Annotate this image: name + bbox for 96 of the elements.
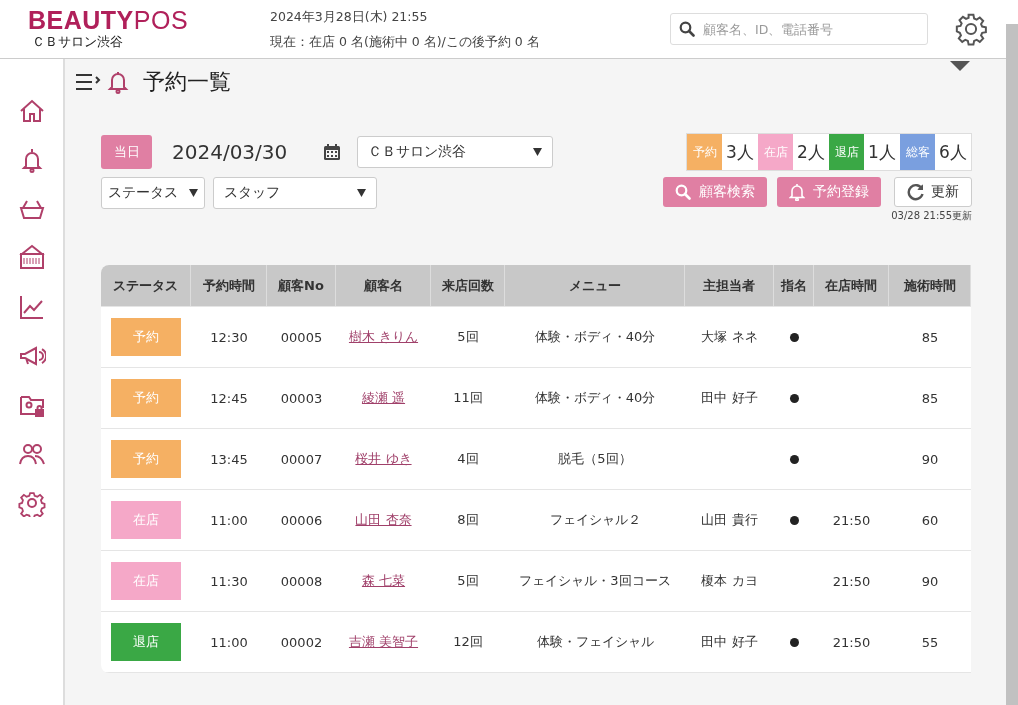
status-badge: 退店 bbox=[111, 623, 181, 661]
table-cell-text: 12:30 bbox=[209, 329, 249, 345]
app-logo: BEAUTYPOS bbox=[28, 7, 190, 33]
staff-filter[interactable]: スタッフ bbox=[213, 177, 377, 209]
column-header: 施術時間 bbox=[889, 265, 971, 306]
table-cell-text: 60 bbox=[920, 512, 940, 528]
bell-icon bbox=[789, 183, 806, 201]
table-cell-text: 12回 bbox=[452, 633, 484, 651]
caret-icon bbox=[357, 189, 366, 197]
column-header: 来店回数 bbox=[431, 265, 505, 306]
table-cell: 田中 好子 bbox=[701, 390, 758, 405]
customer-link[interactable]: 山田 杏奈 bbox=[355, 512, 412, 527]
status-filter[interactable]: ステータス bbox=[101, 177, 205, 209]
summary-count: 1人 bbox=[864, 134, 900, 170]
table-cell-text: 00003 bbox=[279, 390, 324, 406]
summary-count: 2人 bbox=[793, 134, 829, 170]
status-badge: 予約 bbox=[111, 318, 181, 356]
table-cell-text: 11:00 bbox=[209, 634, 249, 650]
close-sign-icon[interactable] bbox=[17, 244, 46, 272]
status-badge: 在店 bbox=[111, 501, 181, 539]
summary-label: 予約 bbox=[687, 134, 722, 170]
customer-link[interactable]: 樹木 きりん bbox=[348, 329, 419, 344]
table-cell-text: 11回 bbox=[452, 389, 484, 407]
page-title: 予約一覧 bbox=[143, 68, 231, 96]
table-cell-text: フェイシャル・3回コース bbox=[518, 572, 672, 590]
table-cell-text: 00002 bbox=[279, 634, 324, 650]
table-cell-text: フェイシャル２ bbox=[548, 511, 642, 529]
column-header: ステータス bbox=[101, 265, 191, 306]
table-cell: 21:50 bbox=[832, 573, 871, 589]
current-datetime: 2024年3月28日(木) 21:55 bbox=[270, 8, 429, 26]
caret-icon bbox=[533, 148, 543, 156]
search-field[interactable]: 顧客名、ID、電話番号 bbox=[670, 13, 928, 45]
table-cell-text: 体験・ボディ・40分 bbox=[533, 328, 657, 346]
bell-icon bbox=[107, 70, 129, 94]
settings-icon[interactable] bbox=[17, 489, 46, 517]
summary-count: 3人 bbox=[722, 134, 758, 170]
table-cell-text: 00005 bbox=[279, 329, 324, 345]
caret-icon bbox=[189, 189, 198, 197]
customer-link[interactable]: 森 七菜 bbox=[361, 573, 406, 588]
calendar-icon[interactable] bbox=[323, 143, 342, 161]
table-cell: 21:50 bbox=[832, 634, 871, 650]
customer-link[interactable]: 綾瀬 遥 bbox=[361, 390, 406, 405]
column-header: 予約時間 bbox=[191, 265, 267, 306]
table-cell-text: 11:00 bbox=[209, 512, 249, 528]
table-cell-text: 8回 bbox=[456, 511, 480, 529]
customer-link[interactable]: 吉瀬 美智子 bbox=[348, 634, 419, 649]
column-header: 顧客名 bbox=[336, 265, 431, 306]
table-cell: 21:50 bbox=[832, 512, 871, 528]
table-cell-text: 11:30 bbox=[209, 573, 249, 589]
table-cell-text: 90 bbox=[920, 573, 940, 589]
status-badge: 予約 bbox=[111, 379, 181, 417]
table-cell: 山田 貴行 bbox=[701, 512, 758, 527]
table-cell-text: 00007 bbox=[279, 451, 324, 467]
table-cell-text: 90 bbox=[920, 451, 940, 467]
table-cell: 大塚 ネネ bbox=[701, 329, 758, 344]
column-header: 主担当者 bbox=[685, 265, 774, 306]
table-cell-text: 体験・フェイシャル bbox=[535, 633, 655, 651]
chart-icon[interactable] bbox=[17, 293, 46, 321]
table-cell-text: 4回 bbox=[456, 450, 480, 468]
search-icon bbox=[675, 184, 692, 200]
column-header: 顧客No bbox=[267, 265, 336, 306]
status-badge: 在店 bbox=[111, 562, 181, 600]
refresh-button[interactable]: 更新 bbox=[894, 177, 972, 207]
table-cell-text: 85 bbox=[920, 329, 940, 345]
salon-name: ＣＢサロン渋谷 bbox=[32, 33, 124, 51]
table-cell-text: 12:45 bbox=[209, 390, 249, 406]
summary-label: 退店 bbox=[829, 134, 864, 170]
last-updated: 03/28 21:55更新 bbox=[891, 209, 972, 223]
caret-icon[interactable] bbox=[950, 61, 970, 71]
table-cell: 榎本 カヨ bbox=[701, 573, 758, 588]
menu-toggle-icon[interactable] bbox=[75, 73, 101, 91]
column-header: メニュー bbox=[505, 265, 685, 306]
customer-link[interactable]: 桜井 ゆき bbox=[355, 451, 412, 466]
summary-label: 在店 bbox=[758, 134, 793, 170]
column-header: 指名 bbox=[774, 265, 814, 306]
table-cell-text: 85 bbox=[920, 390, 940, 406]
refresh-icon bbox=[907, 183, 925, 201]
table-cell-text: 13:45 bbox=[209, 451, 249, 467]
table-cell: 田中 好子 bbox=[701, 634, 758, 649]
salon-select[interactable]: ＣＢサロン渋谷 bbox=[357, 136, 554, 168]
table-cell-text: 体験・ボディ・40分 bbox=[533, 389, 657, 407]
settings-icon[interactable] bbox=[954, 12, 988, 46]
current-status: 現在：在店 0 名(施術中 0 名)/この後予約 0 名 bbox=[270, 33, 541, 51]
table-cell-text: 00006 bbox=[279, 512, 324, 528]
summary-count: 6人 bbox=[935, 134, 971, 170]
date-display: 2024/03/30 bbox=[172, 140, 288, 164]
search-icon bbox=[679, 21, 695, 37]
table-cell-text: 5回 bbox=[456, 572, 480, 590]
summary-label: 総客 bbox=[900, 134, 935, 170]
table-cell-text: 5回 bbox=[456, 328, 480, 346]
table-cell-text: 00008 bbox=[279, 573, 324, 589]
column-header: 在店時間 bbox=[814, 265, 889, 306]
table-cell-text: 55 bbox=[920, 634, 940, 650]
table-cell-text: 脱毛（5回） bbox=[557, 450, 633, 468]
scrollbar[interactable] bbox=[1006, 24, 1018, 705]
status-badge: 予約 bbox=[111, 440, 181, 478]
